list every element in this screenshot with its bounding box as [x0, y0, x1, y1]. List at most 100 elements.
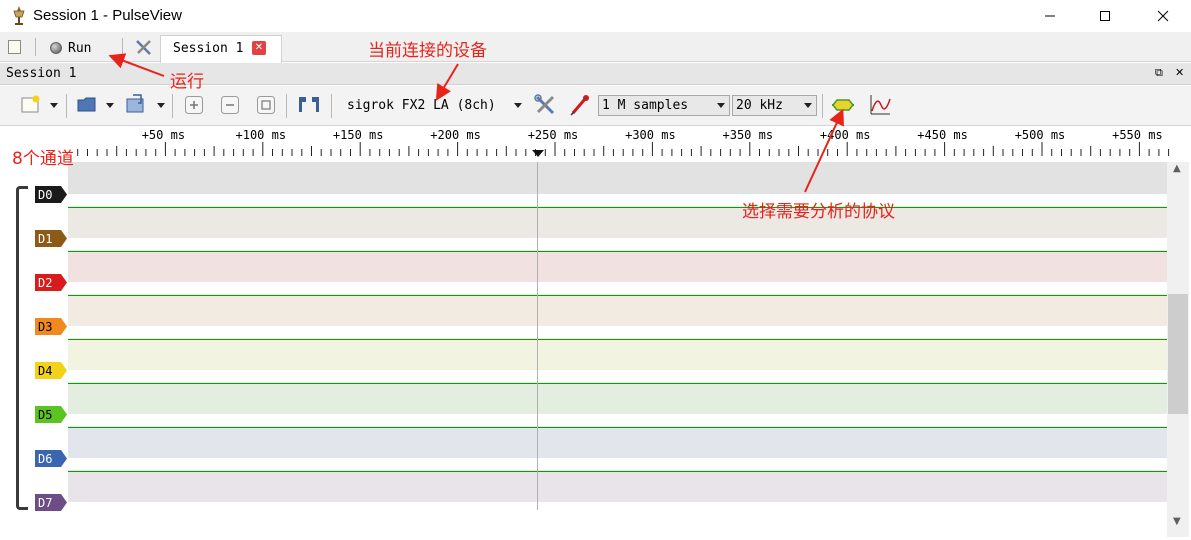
channel-lane-d4 — [68, 338, 1167, 384]
new-view-icon[interactable] — [20, 94, 42, 118]
run-led-icon — [50, 42, 62, 54]
minimize-button[interactable] — [1027, 0, 1073, 32]
toolbar-separator — [331, 94, 332, 118]
signal-trace — [68, 251, 1167, 252]
toolbar-separator — [286, 94, 287, 118]
toolbar-separator — [172, 94, 173, 118]
channel-name: D7 — [38, 495, 53, 510]
minimize-icon — [1045, 15, 1055, 17]
chevron-down-icon[interactable] — [106, 103, 114, 108]
annotation-protocol: 选择需要分析的协议 — [742, 202, 895, 222]
maximize-icon — [1100, 11, 1110, 21]
scroll-up-icon[interactable]: ▲ — [1173, 163, 1181, 174]
channel-label-d5[interactable]: D5 — [35, 406, 67, 423]
configure-device-icon[interactable] — [533, 93, 557, 117]
close-icon — [1157, 10, 1169, 22]
signal-trace — [68, 207, 1167, 208]
channel-label-d0[interactable]: D0 — [35, 186, 67, 203]
sample-rate-value: 20 kHz — [736, 98, 783, 113]
session-title: Session 1 — [6, 66, 77, 81]
show-cursors-icon[interactable] — [296, 94, 322, 118]
zoom-in-icon[interactable] — [184, 95, 204, 119]
channel-name: D0 — [38, 187, 53, 202]
channel-lane-d2 — [68, 250, 1167, 296]
channel-name: D5 — [38, 407, 53, 422]
maximize-button[interactable] — [1082, 0, 1128, 32]
sample-count-select[interactable]: 1 M samples — [598, 95, 730, 116]
chevron-down-icon[interactable] — [514, 103, 522, 108]
annotation-run: 运行 — [170, 72, 204, 92]
channel-label-d1[interactable]: D1 — [35, 230, 67, 247]
channel-lane-d3 — [68, 294, 1167, 340]
channel-lane-d0 — [68, 162, 1167, 208]
channel-group-bracket — [16, 186, 28, 510]
window-title: Session 1 - PulseView — [33, 7, 182, 24]
channel-band — [68, 338, 1167, 370]
chevron-down-icon — [804, 103, 812, 108]
add-protocol-decoder-icon[interactable] — [831, 96, 855, 120]
time-ruler[interactable]: +50 ms +100 ms +150 ms +200 ms +250 ms +300 m… — [0, 126, 1191, 162]
annotation-channels: 8个通道 — [12, 149, 74, 169]
run-button[interactable]: Run — [50, 38, 91, 58]
sample-count-value: 1 M samples — [602, 98, 689, 113]
device-selector[interactable]: sigrok FX2 LA (8ch) — [347, 98, 496, 113]
tab-bar: Run Session 1 ✕ — [0, 32, 1191, 63]
channel-label-d7[interactable]: D7 — [35, 494, 67, 511]
settings-tools-icon[interactable] — [134, 38, 154, 58]
channel-band — [68, 250, 1167, 282]
channel-band — [68, 426, 1167, 458]
signal-trace — [68, 339, 1167, 340]
channel-lane-d7 — [68, 470, 1167, 510]
channel-band — [68, 206, 1167, 238]
run-label: Run — [68, 40, 92, 56]
chevron-down-icon — [717, 103, 725, 108]
scrollbar-thumb[interactable] — [1168, 294, 1188, 414]
trigger-marker-icon[interactable] — [532, 150, 544, 157]
channel-label-d2[interactable]: D2 — [35, 274, 67, 291]
pulseview-app-icon — [13, 6, 25, 25]
toolbar-separator — [822, 94, 823, 118]
channel-label-d4[interactable]: D4 — [35, 362, 67, 379]
signal-trace — [68, 295, 1167, 296]
chevron-down-icon[interactable] — [157, 103, 165, 108]
channel-name: D6 — [38, 451, 53, 466]
chevron-down-icon[interactable] — [50, 103, 58, 108]
channel-label-d3[interactable]: D3 — [35, 318, 67, 335]
tab-label: Session 1 — [173, 41, 244, 56]
trace-view[interactable] — [68, 162, 1167, 510]
channel-band — [68, 470, 1167, 502]
dock-close-icon[interactable]: ✕ — [1175, 66, 1184, 79]
math-signal-icon[interactable] — [868, 93, 892, 117]
channel-lane-d1 — [68, 206, 1167, 252]
sample-rate-select[interactable]: 20 kHz — [732, 95, 817, 116]
vertical-scrollbar[interactable]: ▲ ▼ — [1167, 162, 1189, 537]
channel-name: D4 — [38, 363, 53, 378]
probe-icon[interactable] — [569, 93, 591, 117]
annotation-device: 当前连接的设备 — [368, 41, 487, 61]
channel-name: D1 — [38, 231, 53, 246]
channel-label-d6[interactable]: D6 — [35, 450, 67, 467]
toolbar-separator — [66, 94, 67, 118]
trigger-marker-line — [537, 162, 538, 510]
zoom-fit-icon[interactable] — [256, 95, 276, 119]
zoom-out-icon[interactable] — [220, 95, 240, 119]
channel-band — [68, 294, 1167, 326]
signal-trace — [68, 427, 1167, 428]
channel-name: D2 — [38, 275, 53, 290]
channel-band — [68, 162, 1167, 194]
save-icon[interactable] — [124, 93, 148, 117]
channel-lane-d6 — [68, 426, 1167, 472]
open-folder-icon[interactable] — [76, 93, 98, 117]
main-toolbar: sigrok FX2 LA (8ch) 1 M samples 20 kHz — [0, 86, 1191, 126]
ruler-ticks — [77, 142, 1170, 157]
close-button[interactable] — [1140, 0, 1186, 32]
toolbar-separator — [35, 38, 36, 56]
dock-float-icon[interactable]: ⧉ — [1155, 66, 1163, 80]
channel-lane-d5 — [68, 382, 1167, 428]
title-bar: Session 1 - PulseView — [0, 0, 1191, 32]
channel-band — [68, 382, 1167, 414]
scroll-down-icon[interactable]: ▼ — [1173, 516, 1181, 527]
tab-close-icon[interactable]: ✕ — [252, 41, 266, 55]
tab-session-1[interactable]: Session 1 ✕ — [160, 35, 282, 63]
new-session-icon[interactable] — [7, 39, 23, 55]
